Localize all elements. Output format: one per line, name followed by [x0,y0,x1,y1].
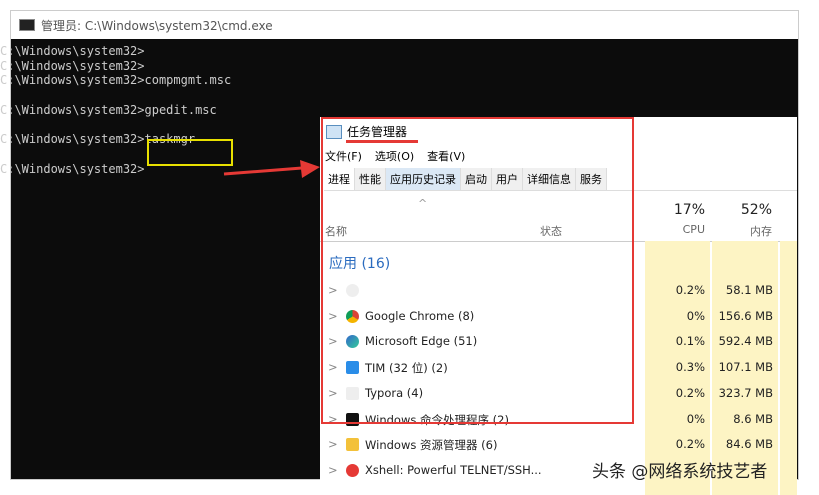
task-manager-window: 任务管理器 文件(F) 选项(O) 查看(V) 进程 性能 应用历史记录 启动 … [320,117,797,495]
process-cpu: 0.2% [675,385,705,400]
menu-bar: 文件(F) 选项(O) 查看(V) [325,148,465,164]
process-row[interactable]: >0.2% 58.1 MB [320,278,797,304]
cmd-icon [19,19,35,31]
tab-performance[interactable]: 性能 [355,168,386,190]
cmd-icon [346,412,359,426]
tim-icon [346,361,359,375]
process-row[interactable]: > Microsoft Edge (51) 0.1% 592.4 MB [320,329,797,355]
process-cpu: 0.3% [675,360,705,375]
menu-view[interactable]: 查看(V) [427,148,465,164]
expand-chevron-icon[interactable]: > [328,283,338,297]
process-memory: 592.4 MB [718,334,773,349]
expand-chevron-icon[interactable]: > [328,386,338,400]
memory-percent: 52% [740,202,772,218]
cpu-percent: 17% [673,202,705,218]
column-header: ^ 名称 状态 17% CPU 52% 内存 [320,197,797,242]
tab-users[interactable]: 用户 [492,168,523,190]
process-memory: 323.7 MB [718,385,773,400]
typora-icon [346,386,359,400]
menu-options[interactable]: 选项(O) [375,148,414,164]
expand-chevron-icon[interactable]: > [328,412,338,426]
process-name: Windows 命令处理程序 (2) [365,412,509,427]
terminal-line: C:\Windows\system32>gpedit.msc [0,102,217,117]
tab-startup[interactable]: 启动 [461,168,492,190]
process-name: Xshell: Powerful TELNET/SSH... [365,462,542,477]
process-name: Google Chrome (8) [365,308,475,323]
column-name[interactable]: 名称 [325,223,347,239]
task-manager-icon [326,124,342,139]
process-cpu: 0.2% [675,437,705,452]
expand-chevron-icon[interactable]: > [328,334,338,348]
group-apps[interactable]: 应用 (16) [329,253,390,273]
task-manager-title: 任务管理器 [347,125,408,139]
sort-chevron-icon: ^ [418,197,428,210]
process-memory: 156.6 MB [718,308,773,323]
terminal-line: C:\Windows\system32>compmgmt.msc [0,73,232,88]
chrome-icon [346,309,359,323]
process-cpu: 0.2% [675,283,705,297]
column-cpu[interactable]: CPU [650,223,705,236]
terminal-line: C:\Windows\system32> [0,44,145,58]
tab-processes[interactable]: 进程 [324,168,355,190]
expand-chevron-icon[interactable]: > [328,360,338,374]
cmd-title-bar: 管理员: C:\Windows\system32\cmd.exe [11,11,798,39]
cmd-title: 管理员: C:\Windows\system32\cmd.exe [41,18,273,33]
title-underline [346,140,418,143]
xshell-icon [346,463,359,477]
terminal-line: C:\Windows\system32> [0,58,145,73]
process-cpu: 0.1% [675,334,705,349]
explorer-icon [346,438,359,452]
process-row[interactable]: > Windows 命令处理程序 (2) 0% 8.6 MB [320,407,797,433]
process-cpu: 0% [686,308,705,323]
expand-chevron-icon[interactable]: > [328,309,338,323]
taskmgr-highlight [147,139,233,166]
process-row[interactable]: > Typora (4) 0.2% 323.7 MB [320,381,797,407]
column-memory[interactable]: 内存 [715,223,772,239]
expand-chevron-icon[interactable]: > [328,437,338,451]
arrow-icon [223,160,320,178]
column-status[interactable]: 状态 [540,223,562,239]
process-name: Windows 资源管理器 (6) [365,438,498,453]
menu-file[interactable]: 文件(F) [325,148,362,164]
process-row[interactable]: > Google Chrome (8) 0% 156.6 MB [320,304,797,330]
tab-services[interactable]: 服务 [576,168,607,190]
process-name: Microsoft Edge (51) [365,334,478,349]
process-memory: 84.6 MB [725,437,773,452]
watermark: 头条 @网络系统技艺者 [592,462,768,482]
expand-chevron-icon[interactable]: > [328,463,338,477]
process-name: Typora (4) [365,385,424,400]
process-memory: 58.1 MB [725,283,773,297]
tab-app-history[interactable]: 应用历史记录 [386,168,461,190]
blurred-app-icon [346,284,359,297]
process-cpu: 0% [686,411,705,426]
task-manager-title-bar: 任务管理器 [326,123,407,140]
process-row[interactable]: > Windows 资源管理器 (6) 0.2% 84.6 MB [320,432,797,458]
process-memory: 107.1 MB [718,360,773,375]
process-memory: 8.6 MB [733,411,773,426]
tab-details[interactable]: 详细信息 [523,168,576,190]
edge-icon [346,335,359,349]
tab-bar: 进程 性能 应用历史记录 启动 用户 详细信息 服务 [324,168,797,191]
process-name: TIM (32 位) (2) [365,361,448,376]
process-row[interactable]: > TIM (32 位) (2) 0.3% 107.1 MB [320,355,797,381]
